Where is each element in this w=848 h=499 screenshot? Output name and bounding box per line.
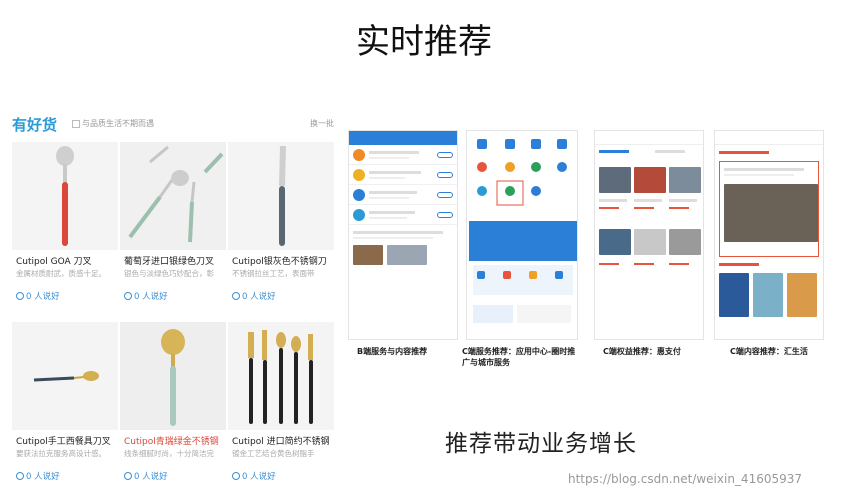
like-text: 0 人说好 bbox=[26, 472, 60, 482]
product-desc: 要获法拉克服务高设计感。 bbox=[16, 449, 106, 458]
product-image bbox=[12, 322, 118, 430]
product-name: 葡萄牙进口银绿色刀叉 bbox=[124, 257, 215, 267]
product-desc: 不锈钢拉丝工艺，表面带 bbox=[232, 269, 315, 278]
product-card[interactable]: Cutipol青瑞绿金不锈钢 线条细腻时尚，十分简洁完 0 人说好 bbox=[120, 322, 226, 492]
refresh-link[interactable]: 换一批 bbox=[310, 118, 334, 129]
product-image bbox=[228, 142, 334, 250]
product-image bbox=[120, 142, 226, 250]
recommendation-panel: 有好货 与品质生活不期而遇 换一批 Cutipol GOA 刀叉 金属材质耐武，… bbox=[10, 112, 338, 490]
watermark: https://blog.csdn.net/weixin_41605937 bbox=[568, 472, 803, 486]
panel-subtitle-text: 与品质生活不期而遇 bbox=[82, 119, 154, 128]
product-desc: 银色与淡绿色巧妙配合，彰 bbox=[124, 269, 214, 278]
product-card[interactable]: Cutipol银灰色不锈钢刀 不锈钢拉丝工艺，表面带 0 人说好 bbox=[228, 142, 334, 312]
panel-subtitle: 与品质生活不期而遇 bbox=[72, 118, 154, 129]
knife-gray-icon bbox=[228, 142, 334, 250]
panel-header: 有好货 与品质生活不期而遇 换一批 bbox=[10, 112, 338, 136]
product-image bbox=[12, 142, 118, 250]
product-desc: 金属材质耐武，质感十足。 bbox=[16, 269, 106, 278]
product-card[interactable]: Cutipol手工西餐具刀叉 要获法拉克服务高设计感。 0 人说好 bbox=[12, 322, 118, 492]
product-name: Cutipol 进口简约不锈钢 bbox=[232, 437, 330, 447]
like-count[interactable]: 0 人说好 bbox=[124, 470, 168, 482]
spoon-black-icon bbox=[12, 322, 118, 430]
product-name: Cutipol银灰色不锈钢刀 bbox=[232, 257, 327, 267]
like-text: 0 人说好 bbox=[242, 292, 276, 302]
cutlery-set-icon bbox=[228, 322, 334, 430]
like-count[interactable]: 0 人说好 bbox=[16, 290, 60, 302]
phone-caption: B端服务与内容推荐 bbox=[357, 347, 428, 356]
phone-caption: C端权益推荐：惠支付 bbox=[603, 347, 681, 356]
subtitle: 推荐带动业务增长 bbox=[445, 431, 637, 457]
product-card[interactable]: Cutipol GOA 刀叉 金属材质耐武，质感十足。 0 人说好 bbox=[12, 142, 118, 312]
tag-icon bbox=[72, 119, 80, 128]
like-text: 0 人说好 bbox=[242, 472, 276, 482]
like-count[interactable]: 0 人说好 bbox=[16, 470, 60, 482]
smile-icon bbox=[16, 472, 24, 480]
spoon-red-icon bbox=[12, 142, 118, 250]
like-text: 0 人说好 bbox=[26, 292, 60, 302]
product-card[interactable]: 葡萄牙进口银绿色刀叉 银色与淡绿色巧妙配合，彰 0 人说好 bbox=[120, 142, 226, 312]
like-count[interactable]: 0 人说好 bbox=[232, 470, 276, 482]
smile-icon bbox=[124, 472, 132, 480]
like-count[interactable]: 0 人说好 bbox=[232, 290, 276, 302]
like-text: 0 人说好 bbox=[134, 472, 168, 482]
panel-logo: 有好货 bbox=[12, 116, 58, 134]
phone-caption: C端内容推荐：汇生活 bbox=[730, 347, 808, 356]
smile-icon bbox=[16, 292, 24, 300]
spoon-gold-icon bbox=[120, 322, 226, 430]
app-grid bbox=[467, 131, 577, 221]
phone-screenshot-c-service bbox=[466, 130, 578, 340]
cutlery-green-icon bbox=[120, 142, 226, 250]
phone-screenshot-b-service bbox=[348, 130, 458, 340]
product-card[interactable]: Cutipol 进口简约不锈钢 镀金工艺结合黄色树脂手 0 人说好 bbox=[228, 322, 334, 492]
product-name: Cutipol手工西餐具刀叉 bbox=[16, 437, 111, 447]
phone-screenshot-c-benefits bbox=[594, 130, 704, 340]
like-count[interactable]: 0 人说好 bbox=[124, 290, 168, 302]
product-desc: 镀金工艺结合黄色树脂手 bbox=[232, 449, 315, 458]
product-image bbox=[120, 322, 226, 430]
phone-header bbox=[595, 131, 703, 145]
smile-icon bbox=[232, 472, 240, 480]
product-name: Cutipol青瑞绿金不锈钢 bbox=[124, 437, 219, 447]
product-name: Cutipol GOA 刀叉 bbox=[16, 257, 92, 267]
page-title: 实时推荐 bbox=[356, 22, 492, 62]
phone-screenshot-c-content bbox=[714, 130, 824, 340]
phone-header bbox=[349, 131, 457, 145]
product-desc: 线条细腻时尚，十分简洁完 bbox=[124, 449, 214, 458]
smile-icon bbox=[124, 292, 132, 300]
product-image bbox=[228, 322, 334, 430]
smile-icon bbox=[232, 292, 240, 300]
phone-caption: C端服务推荐：应用中心-圈时推广与城市服务 bbox=[462, 347, 576, 367]
like-text: 0 人说好 bbox=[134, 292, 168, 302]
phone-header bbox=[715, 131, 823, 145]
